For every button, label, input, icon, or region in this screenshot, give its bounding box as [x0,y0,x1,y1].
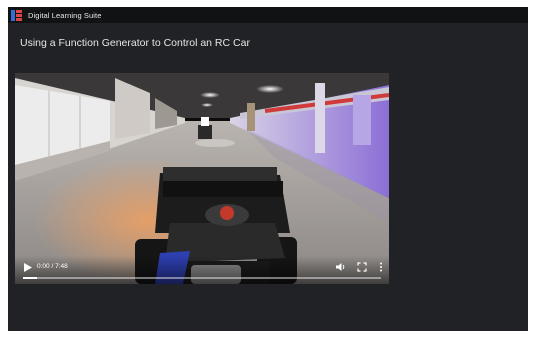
video-controls: 0:00 / 7:48 [15,256,389,284]
volume-icon[interactable] [336,262,346,272]
video-frame [15,73,389,284]
fullscreen-icon[interactable] [357,262,367,272]
app-window: Digital Learning Suite Using a Function … [8,7,528,331]
play-icon[interactable] [24,263,32,272]
time-display: 0:00 / 7:48 [37,263,68,270]
app-title: Digital Learning Suite [28,10,102,20]
logo-icon[interactable] [11,9,22,21]
progress-fill [23,277,38,279]
top-bar: Digital Learning Suite [8,7,528,23]
video-player[interactable]: 0:00 / 7:48 [15,73,389,284]
progress-bar[interactable] [23,277,381,279]
page-title: Using a Function Generator to Control an… [20,37,250,49]
more-vertical-icon[interactable] [378,262,384,272]
